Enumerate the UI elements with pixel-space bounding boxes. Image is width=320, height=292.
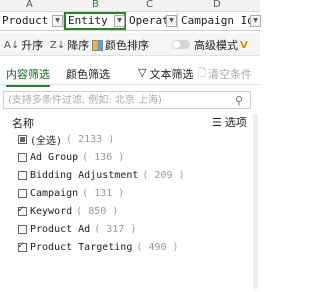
tab-content-filter[interactable]: 内容筛选 — [6, 66, 50, 87]
list-item-label: Product Ad — [30, 224, 91, 235]
options-button[interactable]: ☰ 选项 — [212, 114, 247, 130]
list-item-keyword[interactable]: Keyword ( 850 ) — [18, 204, 118, 219]
list-item-bidding-adjustment[interactable]: Bidding Adjustment ( 209 ) — [18, 168, 185, 183]
checkbox-ad-group[interactable] — [18, 153, 27, 162]
list-header-name: 名称 — [12, 117, 34, 130]
filter-dropdown-entity[interactable]: ▼ — [114, 15, 125, 27]
list-item-count: ( 136 ) — [82, 152, 125, 163]
list-item-label: Keyword — [30, 206, 73, 217]
clear-icon: 🗋 — [198, 68, 207, 79]
list-item-label: Ad Group — [30, 152, 79, 163]
sort-descending-label: 降序 — [67, 39, 90, 52]
sort-ascending-button[interactable]: A↓ 升序 — [4, 37, 43, 53]
funnel-icon: ▽ — [138, 66, 147, 79]
sort-descending-button[interactable]: Z↓ 降序 — [50, 37, 89, 53]
list-item-campaign[interactable]: Campaign ( 131 ) — [18, 186, 124, 201]
clear-conditions-label: 清空条件 — [208, 68, 253, 81]
color-sort-icon — [92, 39, 103, 51]
header-cell-label: Product — [2, 14, 49, 27]
checkbox-campaign[interactable] — [18, 189, 27, 198]
column-letter-b[interactable]: B — [92, 0, 99, 10]
header-cell-label: Operat — [129, 14, 169, 27]
sort-ascending-icon: A↓ — [4, 39, 20, 51]
column-letter-a[interactable]: A — [26, 0, 33, 10]
advanced-mode-toggle[interactable] — [172, 40, 190, 49]
list-item-count: ( 209 ) — [142, 170, 185, 181]
advanced-mode-label: 高级模式 — [194, 39, 238, 52]
advanced-mode: 高级模式 V — [194, 37, 248, 53]
vip-badge: V — [240, 39, 248, 51]
value-list: 名称 ☰ 选项 (全选) ( 2133 ) Ad Group ( 136 ) B… — [4, 114, 254, 292]
list-item-ad-group[interactable]: Ad Group ( 136 ) — [18, 150, 124, 165]
checkbox-product-ad[interactable] — [18, 225, 27, 234]
sort-descending-icon: Z↓ — [50, 39, 66, 51]
checkbox-keyword[interactable] — [18, 204, 27, 216]
list-item-label: Campaign — [30, 188, 79, 199]
list-item-count: ( 850 ) — [76, 206, 119, 217]
search-icon[interactable]: ⚲ — [235, 94, 243, 107]
color-sort-button[interactable]: 颜色排序 — [92, 37, 149, 53]
text-filter-label: 文本筛选 — [149, 68, 194, 81]
checkbox-bidding-adjustment[interactable] — [18, 171, 27, 180]
list-item-label: Product Targeting — [30, 242, 133, 253]
header-row: Product ▼ Entity ▼ Operat ▼ Campaign Id … — [0, 12, 261, 31]
tab-color-filter[interactable]: 颜色筛选 — [66, 66, 110, 82]
list-item-label: Bidding Adjustment — [30, 170, 139, 181]
filter-dropdown-product[interactable]: ▼ — [52, 15, 63, 27]
sort-ascending-label: 升序 — [21, 39, 44, 52]
list-item-product-ad[interactable]: Product Ad ( 317 ) — [18, 222, 136, 237]
filter-tabs: 内容筛选 颜色筛选 ▽ 文本筛选 🗋 清空条件 — [0, 60, 260, 87]
filter-dropdown-campaign-id[interactable]: ▼ — [250, 15, 261, 27]
text-filter-button[interactable]: ▽ 文本筛选 — [138, 66, 193, 82]
header-cell-label: Entity — [68, 14, 108, 27]
header-cell-campaign-id[interactable]: Campaign Id — [179, 13, 260, 29]
color-sort-label: 颜色排序 — [105, 39, 149, 52]
column-letters-bar: A B C D — [0, 0, 260, 12]
vertical-scrollbar[interactable] — [253, 114, 258, 289]
options-label: 选项 — [224, 116, 247, 129]
column-letter-c[interactable]: C — [146, 0, 153, 10]
clear-conditions-button[interactable]: 🗋 清空条件 — [198, 66, 252, 83]
list-item-count: ( 490 ) — [136, 242, 179, 253]
list-item-count: ( 2133 ) — [66, 134, 115, 145]
header-cell-label: Campaign Id — [181, 14, 254, 27]
list-item-count: ( 317 ) — [94, 224, 137, 235]
column-letter-d[interactable]: D — [213, 0, 221, 10]
list-item-count: ( 131 ) — [82, 188, 125, 199]
filter-dropdown-operat[interactable]: ▼ — [166, 15, 177, 27]
checkbox-select-all[interactable] — [18, 135, 27, 144]
search-input[interactable] — [3, 91, 251, 109]
menu-icon: ☰ — [212, 115, 222, 129]
list-item-select-all[interactable]: (全选) ( 2133 ) — [18, 132, 114, 147]
list-item-product-targeting[interactable]: Product Targeting ( 490 ) — [18, 240, 179, 255]
checkbox-product-targeting[interactable] — [18, 240, 27, 252]
list-item-label: (全选) — [30, 136, 63, 147]
sort-toolbar: A↓ 升序 Z↓ 降序 颜色排序 高级模式 V — [0, 33, 260, 56]
